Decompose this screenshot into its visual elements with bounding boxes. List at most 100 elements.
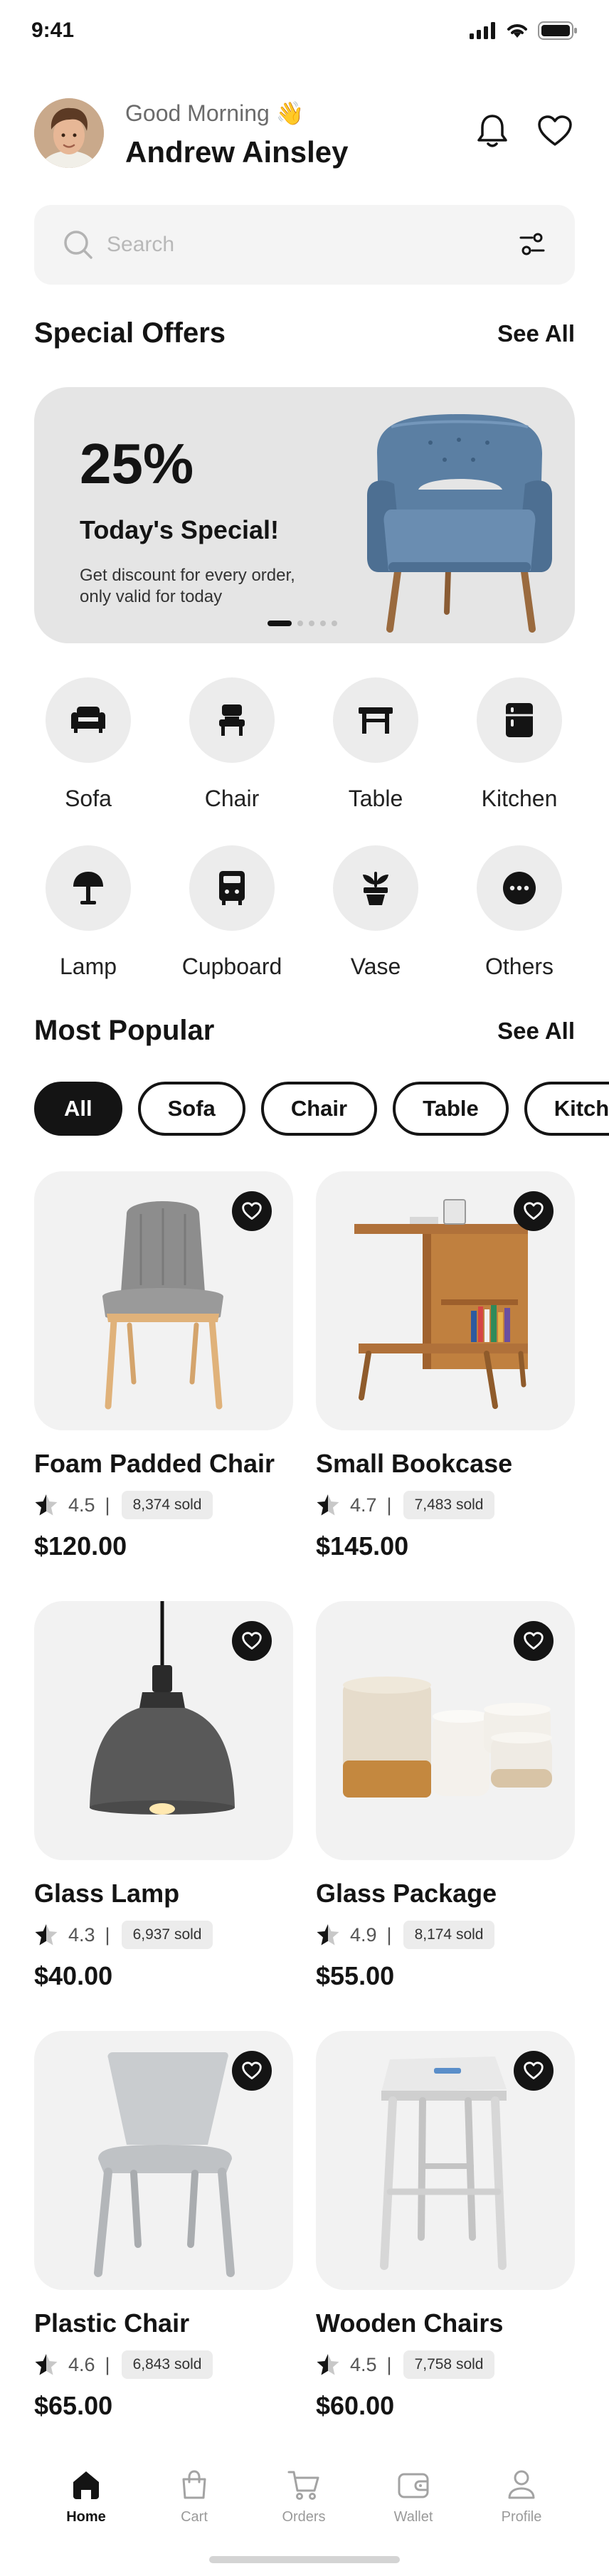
category-label: Lamp (59, 954, 117, 979)
filter-chip-kitchen[interactable]: Kitchen (524, 1082, 609, 1136)
category-others[interactable]: Others (455, 845, 583, 980)
filter-chip-sofa[interactable]: Sofa (137, 1082, 245, 1136)
product-meta: 4.9 | 8,174 sold (316, 1918, 575, 1951)
favorite-button[interactable] (514, 1191, 554, 1231)
category-label: Chair (204, 786, 260, 811)
wishlist-button[interactable] (535, 111, 575, 151)
special-offers-see-all[interactable]: See All (497, 320, 575, 347)
filter-chip-all[interactable]: All (34, 1082, 122, 1136)
favorite-button[interactable] (514, 1621, 554, 1661)
most-popular-see-all[interactable]: See All (497, 1018, 575, 1045)
pagination-dot[interactable] (309, 621, 314, 626)
category-label: Others (484, 954, 554, 979)
sold-badge: 8,374 sold (121, 1491, 213, 1519)
favorite-button[interactable] (232, 1621, 272, 1661)
sold-badge: 6,843 sold (121, 2350, 213, 2379)
search-bar[interactable] (34, 205, 575, 285)
category-label: Cupboard (181, 954, 282, 979)
product-meta: 4.3 | 6,937 sold (34, 1918, 293, 1951)
filter-chips: All Sofa Chair Table Kitchen (34, 1082, 609, 1137)
product-image-box (316, 1171, 575, 1430)
star-half-icon (317, 1494, 339, 1516)
favorite-button[interactable] (232, 2051, 272, 2091)
product-card[interactable]: Foam Padded Chair 4.5 | 8,374 sold $120.… (34, 1171, 293, 1561)
notification-button[interactable] (472, 111, 512, 151)
category-cupboard[interactable]: Cupboard (168, 845, 296, 980)
nav-label: Profile (501, 2509, 542, 2525)
nav-orders[interactable]: Orders (258, 2465, 350, 2525)
category-sofa[interactable]: Sofa (24, 677, 152, 812)
category-lamp[interactable]: Lamp (24, 845, 152, 980)
product-card[interactable]: Glass Lamp 4.3 | 6,937 sold $40.00 (34, 1601, 293, 1991)
favorite-button[interactable] (514, 2051, 554, 2091)
product-name: Foam Padded Chair (34, 1449, 275, 1478)
category-vase[interactable]: Vase (312, 845, 440, 980)
vase-icon (363, 872, 388, 905)
signal-icon (470, 22, 495, 39)
sold-badge: 6,937 sold (121, 1921, 213, 1949)
product-card[interactable]: Glass Package 4.9 | 8,174 sold $55.00 (316, 1601, 575, 1991)
sold-badge: 7,758 sold (403, 2350, 495, 2379)
category-label: Table (348, 786, 403, 811)
product-price: $120.00 (34, 1531, 127, 1561)
meta-divider: | (386, 2353, 392, 2375)
product-meta: 4.7 | 7,483 sold (316, 1489, 575, 1521)
heart-outline-icon (242, 1202, 262, 1220)
chair-icon (219, 704, 245, 736)
product-price: $40.00 (34, 1961, 113, 1990)
search-input[interactable] (107, 226, 505, 263)
product-rating: 4.9 (350, 1923, 377, 1946)
heart-outline-icon (524, 1632, 544, 1650)
table-icon (359, 707, 393, 734)
filter-chip-chair[interactable]: Chair (260, 1082, 378, 1136)
wallet-icon (398, 2473, 429, 2498)
nav-profile[interactable]: Profile (475, 2465, 568, 2525)
meta-divider: | (386, 1923, 392, 1946)
category-table[interactable]: Table (312, 677, 440, 812)
home-icon (73, 2471, 99, 2499)
filter-icon[interactable] (518, 229, 546, 258)
product-card[interactable]: Wooden Chairs 4.5 | 7,758 sold $60.00 (316, 2031, 575, 2421)
category-chair[interactable]: Chair (168, 677, 296, 812)
category-kitchen[interactable]: Kitchen (455, 677, 583, 812)
battery-icon (538, 21, 577, 40)
nav-cart[interactable]: Cart (148, 2465, 240, 2525)
product-rating: 4.3 (68, 1923, 95, 1946)
category-label: Kitchen (481, 786, 558, 811)
product-card[interactable]: Plastic Chair 4.6 | 6,843 sold $65.00 (34, 2031, 293, 2421)
product-rating: 4.5 (350, 2353, 377, 2375)
kitchen-icon (506, 703, 533, 737)
product-rating: 4.7 (350, 1494, 377, 1516)
star-half-icon (35, 2354, 58, 2375)
meta-divider: | (105, 1923, 110, 1946)
nav-label: Home (66, 2509, 106, 2525)
special-offer-banner[interactable]: 25% Today's Special! Get discount for ev… (34, 387, 575, 643)
filter-chip-table[interactable]: Table (393, 1082, 509, 1136)
nav-home[interactable]: Home (40, 2465, 132, 2525)
pagination-dot[interactable] (320, 621, 326, 626)
status-icons (470, 21, 578, 40)
product-name: Glass Package (316, 1879, 497, 1908)
star-half-icon (317, 2354, 339, 2375)
avatar[interactable] (34, 98, 104, 168)
nav-wallet[interactable]: Wallet (367, 2465, 460, 2525)
banner-description: Get discount for every order, only valid… (80, 566, 295, 606)
pagination-dot[interactable] (297, 621, 303, 626)
category-label: Sofa (65, 786, 112, 811)
sold-badge: 8,174 sold (403, 1921, 495, 1949)
nav-label: Wallet (393, 2509, 433, 2525)
pagination-dot[interactable] (332, 621, 337, 626)
armchair-image (367, 414, 552, 633)
product-card[interactable]: Small Bookcase 4.7 | 7,483 sold $145.00 (316, 1171, 575, 1561)
product-meta: 4.6 | 6,843 sold (34, 2348, 293, 2381)
meta-divider: | (105, 2353, 110, 2375)
meta-divider: | (386, 1494, 392, 1516)
cupboard-icon (219, 871, 245, 905)
favorite-button[interactable] (232, 1191, 272, 1231)
product-price: $65.00 (34, 2391, 113, 2420)
star-half-icon (35, 1494, 58, 1516)
product-image-box (34, 1601, 293, 1860)
avatar-image (34, 98, 104, 168)
pagination-dot[interactable] (268, 621, 292, 626)
wifi-icon (507, 24, 527, 38)
